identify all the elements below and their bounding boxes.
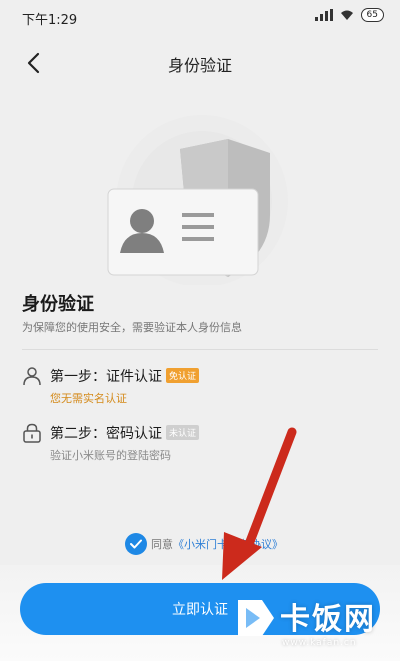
watermark: 卡饭网 www.kafan.cn: [232, 586, 400, 661]
step-subtitle: 验证小米账号的登陆密码: [50, 449, 171, 462]
status-icons: 65: [314, 8, 384, 22]
id-card-illustration: [107, 115, 288, 285]
section-title: 身份验证: [22, 294, 94, 315]
lock-icon: [23, 423, 41, 443]
person-icon: [23, 367, 41, 386]
status-time: 下午1:29: [22, 13, 78, 28]
check-icon: [130, 539, 142, 549]
status-badge: 未认证: [166, 425, 200, 440]
nav-bar: 身份验证: [0, 40, 400, 86]
step-title-text: 第一步：证件认证: [50, 369, 162, 385]
wifi-icon: [340, 10, 353, 20]
signal-icon: [314, 9, 333, 21]
page-title: 身份验证: [167, 56, 232, 75]
agree-prefix: 同意: [151, 538, 173, 551]
section-description: 为保障您的使用安全，需要验证本人身份信息: [22, 321, 242, 334]
status-bar: 下午1:29 65: [0, 0, 400, 34]
watermark-url: www.kafan.cn: [282, 638, 357, 648]
step-title: 第一步：证件认证 免认证: [50, 366, 200, 386]
step-title-text: 第二步：密码认证: [50, 426, 162, 442]
status-badge: 免认证: [166, 368, 200, 383]
kafan-logo-icon: [238, 600, 274, 636]
agreement-link[interactable]: 《小米门卡服务协议》: [173, 536, 283, 552]
agree-checkbox[interactable]: [125, 533, 147, 555]
watermark-name: 卡饭网: [280, 602, 376, 637]
battery-icon: 65: [360, 8, 384, 22]
step-title: 第二步：密码认证 未认证: [50, 423, 200, 443]
divider: [22, 349, 378, 350]
agreement-row: 同意 《小米门卡服务协议》: [125, 533, 283, 555]
step-subtitle: 您无需实名认证: [50, 392, 127, 405]
